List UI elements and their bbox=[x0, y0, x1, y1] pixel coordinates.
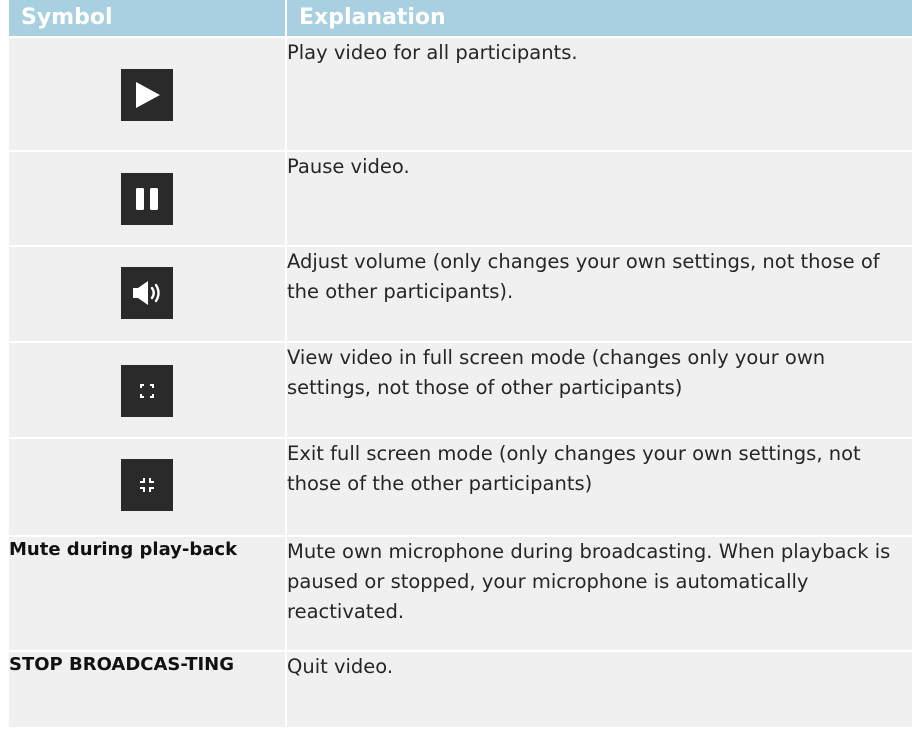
explanation-cell: Pause video. bbox=[285, 152, 912, 247]
explanation-cell: Mute own microphone during broadcasting.… bbox=[285, 537, 912, 652]
explanation-cell: Play video for all participants. bbox=[285, 38, 912, 152]
symbol-cell bbox=[9, 152, 285, 247]
table-row: Adjust volume (only changes your own set… bbox=[9, 247, 912, 343]
exit-fullscreen-button bbox=[121, 459, 173, 511]
symbol-cell bbox=[9, 38, 285, 152]
symbol-cell bbox=[9, 343, 285, 439]
fullscreen-enter-icon bbox=[140, 384, 154, 398]
play-icon bbox=[136, 82, 160, 108]
explanation-cell: View video in full screen mode (changes … bbox=[285, 343, 912, 439]
fullscreen-exit-icon bbox=[140, 478, 154, 492]
button-label: STOP BROADCAS-TING bbox=[9, 652, 285, 729]
volume-icon bbox=[133, 281, 160, 305]
option-label: Mute during play-back bbox=[9, 537, 285, 652]
explanation-cell: Quit video. bbox=[285, 652, 912, 729]
header-explanation: Explanation bbox=[285, 0, 912, 38]
volume-button bbox=[121, 267, 173, 319]
symbol-cell bbox=[9, 247, 285, 343]
table-row: Mute during play-back Mute own microphon… bbox=[9, 537, 912, 652]
symbol-explanation-table: Symbol Explanation Play video for all pa… bbox=[9, 0, 912, 729]
header-symbol: Symbol bbox=[9, 0, 285, 38]
pause-button bbox=[121, 173, 173, 225]
table-row: Pause video. bbox=[9, 152, 912, 247]
play-button bbox=[121, 69, 173, 121]
explanation-cell: Adjust volume (only changes your own set… bbox=[285, 247, 912, 343]
table-row: Exit full screen mode (only changes your… bbox=[9, 439, 912, 537]
table-header-row: Symbol Explanation bbox=[9, 0, 912, 38]
table-row: View video in full screen mode (changes … bbox=[9, 343, 912, 439]
explanation-cell: Exit full screen mode (only changes your… bbox=[285, 439, 912, 537]
table-row: STOP BROADCAS-TING Quit video. bbox=[9, 652, 912, 729]
pause-icon bbox=[136, 188, 158, 210]
table-row: Play video for all participants. bbox=[9, 38, 912, 152]
symbol-cell bbox=[9, 439, 285, 537]
fullscreen-button bbox=[121, 365, 173, 417]
